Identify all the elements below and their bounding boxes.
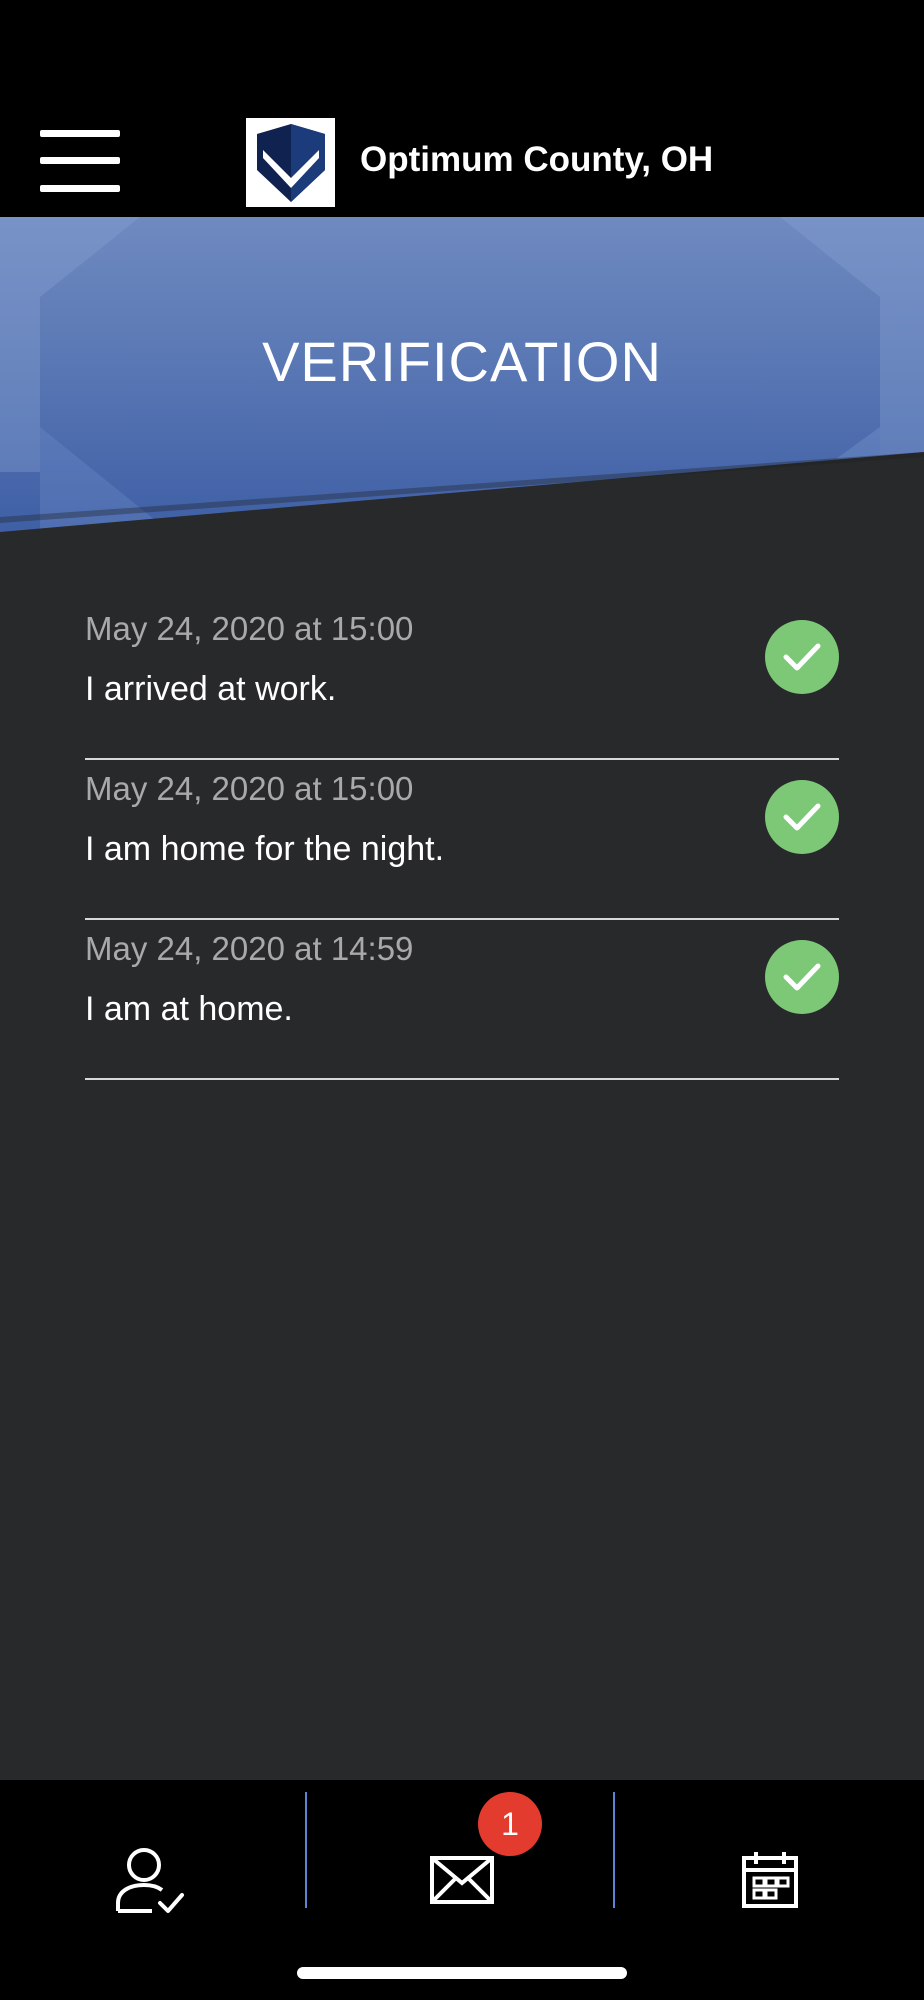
entry-date: May 24, 2020 at 15:00 bbox=[85, 770, 414, 807]
check-circle-icon bbox=[765, 780, 839, 854]
page-banner: VERIFICATION bbox=[0, 217, 924, 532]
list-item[interactable]: May 24, 2020 at 15:00 I arrived at work. bbox=[85, 600, 839, 760]
entry-text: I arrived at work. bbox=[85, 670, 337, 708]
list-item[interactable]: May 24, 2020 at 14:59 I am at home. bbox=[85, 920, 839, 1080]
list-item[interactable]: May 24, 2020 at 15:00 I am home for the … bbox=[85, 760, 839, 920]
entry-text: I am home for the night. bbox=[85, 830, 445, 868]
app-title: Optimum County, OH bbox=[360, 140, 714, 179]
nav-calendar[interactable] bbox=[710, 1820, 830, 1940]
user-check-icon bbox=[116, 1848, 184, 1913]
shield-logo-icon bbox=[246, 118, 335, 207]
messages-badge: 1 bbox=[478, 1792, 542, 1856]
nav-divider bbox=[305, 1792, 307, 1908]
mail-icon bbox=[430, 1856, 494, 1904]
check-circle-icon bbox=[765, 620, 839, 694]
verification-list: May 24, 2020 at 15:00 I arrived at work.… bbox=[85, 600, 839, 1080]
hamburger-menu-icon[interactable] bbox=[40, 130, 122, 194]
entry-text: I am at home. bbox=[85, 990, 293, 1028]
calendar-icon bbox=[742, 1852, 798, 1908]
nav-verification[interactable] bbox=[92, 1820, 212, 1940]
home-indicator[interactable] bbox=[297, 1967, 627, 1979]
app-header: Optimum County, OH bbox=[0, 0, 924, 217]
page-title: VERIFICATION bbox=[262, 330, 662, 393]
nav-divider bbox=[613, 1792, 615, 1908]
check-circle-icon bbox=[765, 940, 839, 1014]
entry-date: May 24, 2020 at 15:00 bbox=[85, 610, 414, 647]
entry-date: May 24, 2020 at 14:59 bbox=[85, 930, 414, 967]
